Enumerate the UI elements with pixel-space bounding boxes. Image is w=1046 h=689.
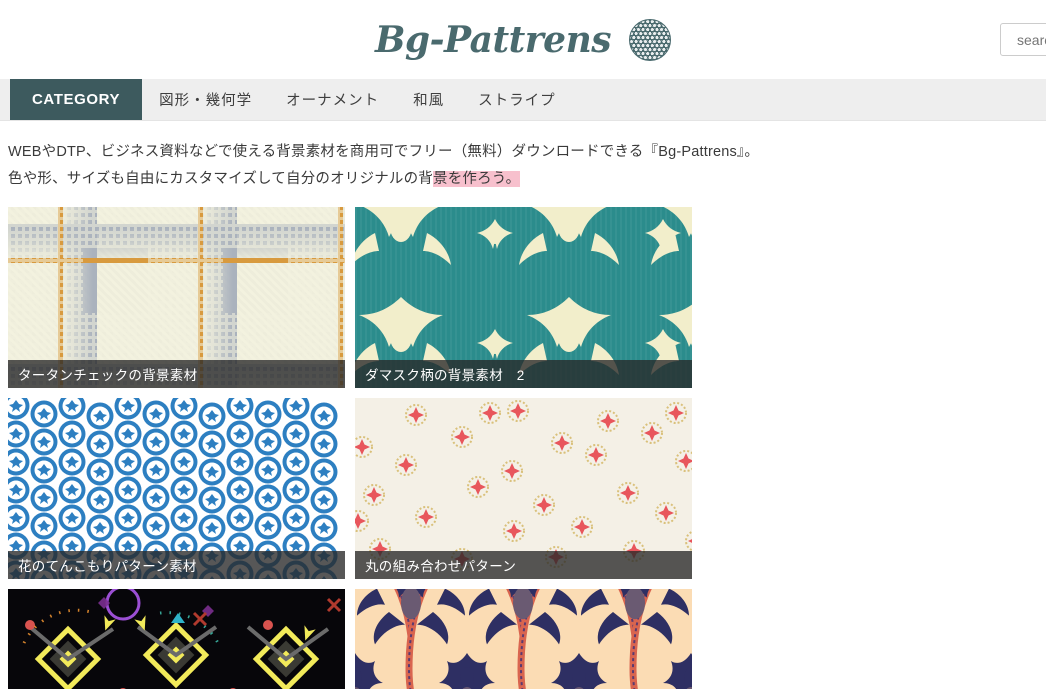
- search-input[interactable]: [1015, 30, 1046, 49]
- pattern-card[interactable]: タータンチェックの背景素材: [8, 207, 345, 388]
- search-box[interactable]: [1000, 23, 1046, 56]
- pattern-card[interactable]: 花のてんこもりパターン素材: [8, 398, 345, 579]
- nav-item-geometric[interactable]: 図形・幾何学: [142, 79, 269, 120]
- nav-item-ornament[interactable]: オーナメント: [269, 79, 396, 120]
- pattern-card-title: 丸の組み合わせパターン: [355, 551, 692, 579]
- category-nav: CATEGORY 図形・幾何学 オーナメント 和風 ストライプ: [0, 79, 1046, 121]
- description-line-2-text: 色や形、サイズも自由にカスタマイズして自分のオリジナルの背: [8, 171, 433, 187]
- description-line-2: 色や形、サイズも自由にカスタマイズして自分のオリジナルの背景を作ろう。: [8, 166, 1038, 193]
- pattern-grid: タータンチェックの背景素材 ダマスク柄の背景素材 2 花のてんこもりパターン素材…: [0, 207, 1046, 689]
- nav-item-stripe[interactable]: ストライプ: [461, 79, 573, 120]
- site-description: WEBやDTP、ビジネス資料などで使える背景素材を商用可でフリー（無料）ダウンロ…: [0, 121, 1046, 207]
- pattern-thumbnail-damask-orange[interactable]: [355, 589, 692, 689]
- pattern-card[interactable]: ダマスク柄の背景素材 2: [355, 207, 692, 388]
- cosmic-kaleidoscope-icon: [22, 589, 342, 689]
- description-selected-text: 景を作ろう。: [433, 171, 521, 187]
- orange-damask-motif-icon: [355, 589, 692, 689]
- pattern-card-title: 花のてんこもりパターン素材: [8, 551, 345, 579]
- pattern-card[interactable]: ダマスク柄の背景素材: [355, 589, 692, 689]
- pattern-card-title: タータンチェックの背景素材: [8, 360, 345, 388]
- pattern-thumbnail-cosmic[interactable]: [8, 589, 345, 689]
- site-logo[interactable]: Bg-Pattrens: [374, 18, 672, 61]
- pattern-card[interactable]: 丸の組み合わせパターン: [355, 398, 692, 579]
- logo-text: Bg-Pattrens: [374, 18, 612, 61]
- woven-circle-icon: [629, 18, 672, 61]
- site-header: Bg-Pattrens: [0, 0, 1046, 79]
- description-line-1: WEBやDTP、ビジネス資料などで使える背景素材を商用可でフリー（無料）ダウンロ…: [8, 144, 760, 160]
- pattern-card-title: ダマスク柄の背景素材 2: [355, 360, 692, 388]
- nav-category-button[interactable]: CATEGORY: [10, 79, 143, 120]
- nav-item-japanese[interactable]: 和風: [396, 79, 461, 120]
- pattern-card[interactable]: 宇宙っぽいパターン素材: [8, 589, 345, 689]
